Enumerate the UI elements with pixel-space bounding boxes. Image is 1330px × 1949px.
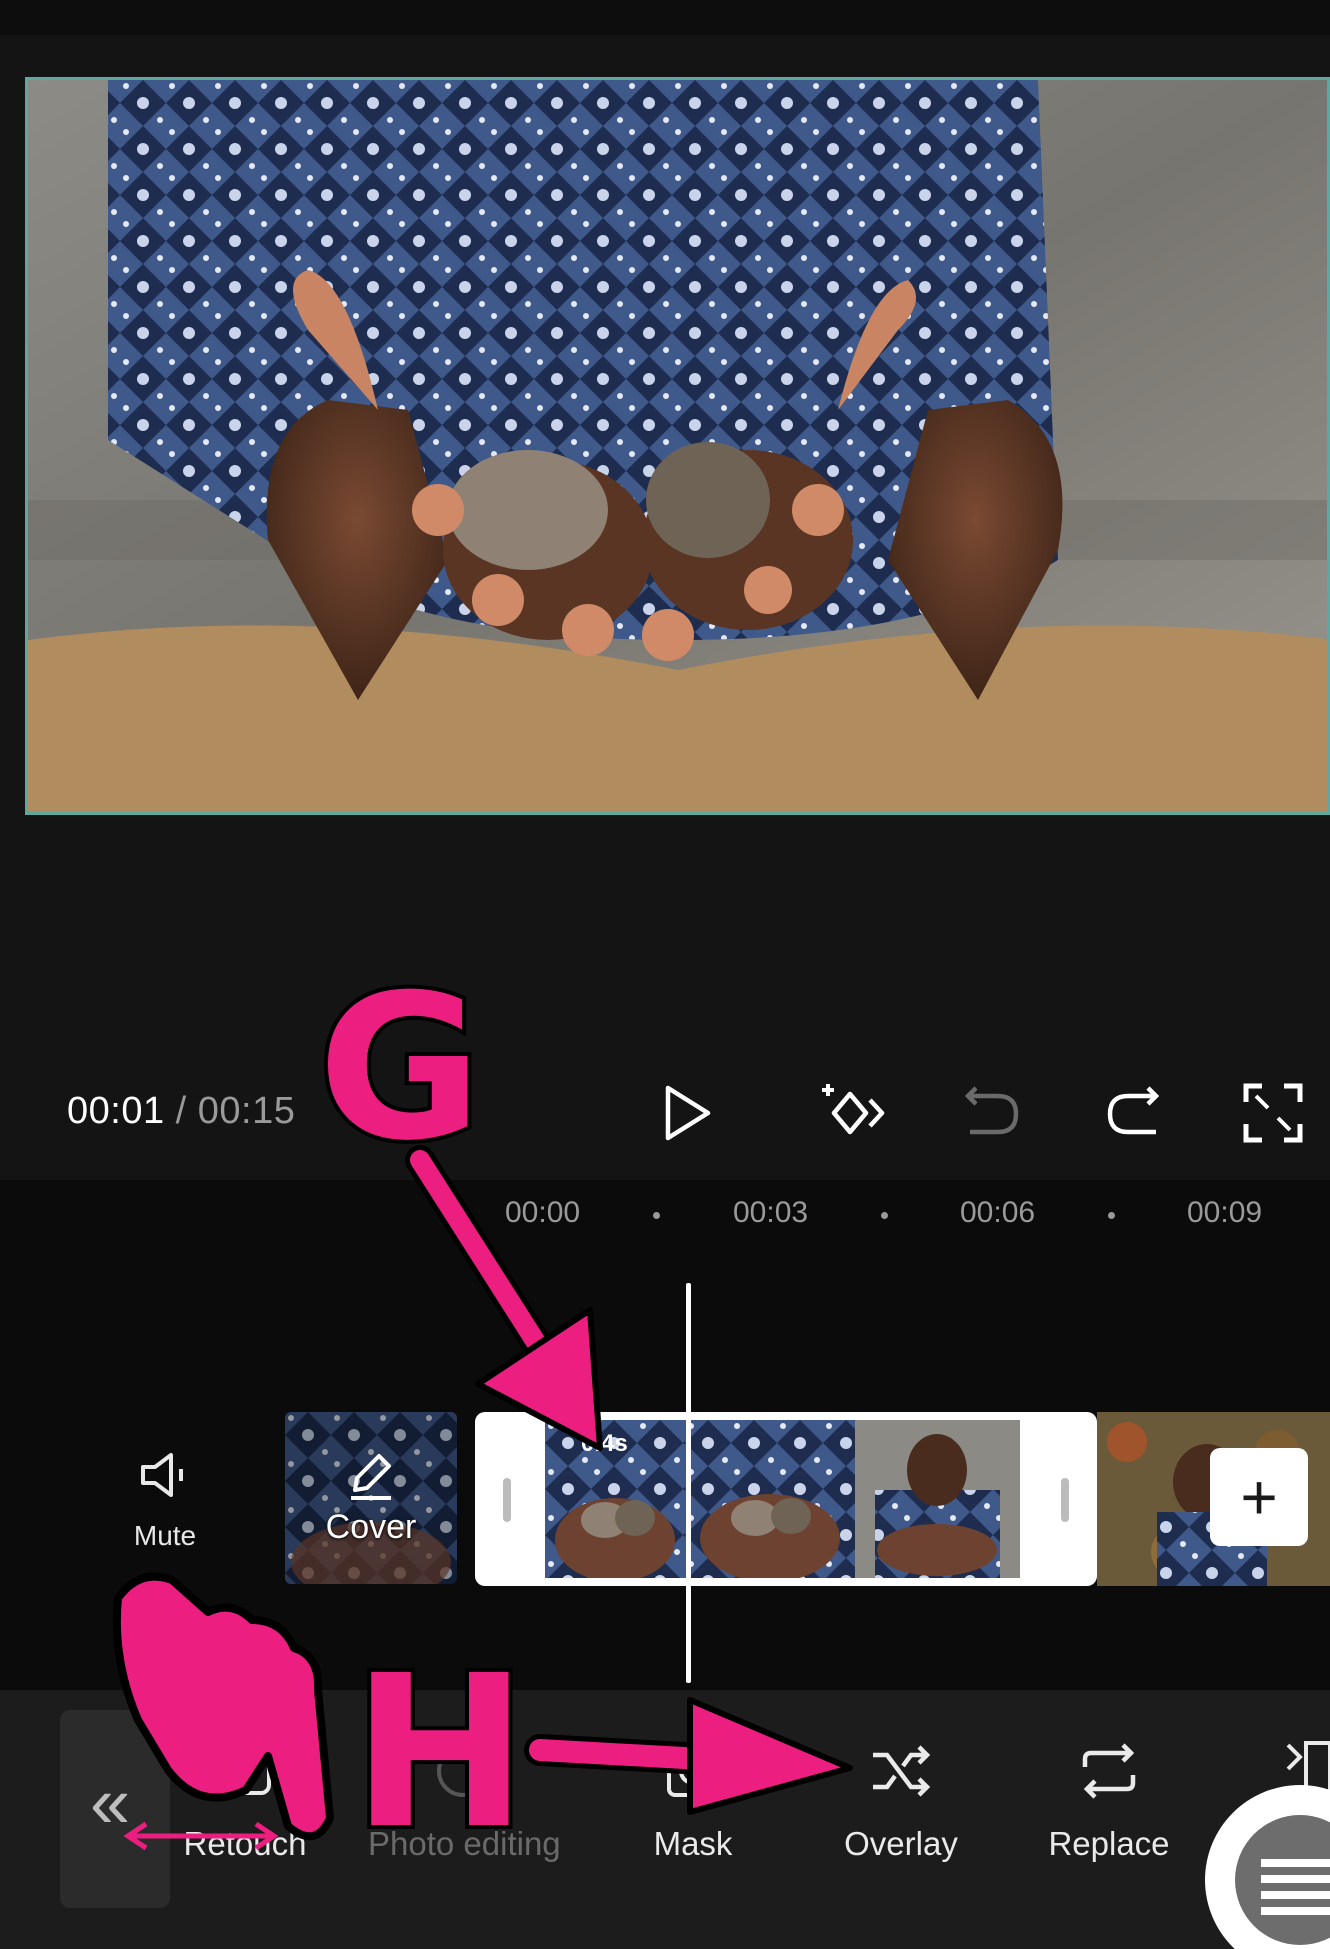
status-strip: [0, 0, 1330, 35]
playhead[interactable]: [686, 1283, 691, 1683]
tool-label: Mask: [653, 1825, 733, 1862]
ruler-dot: [1108, 1212, 1115, 1219]
mask-icon: [667, 1745, 719, 1797]
annotation-letter-h: H: [348, 1626, 532, 1879]
shuffle-icon: [873, 1745, 931, 1797]
video-preview[interactable]: [25, 77, 1330, 815]
clip-right-handle[interactable]: [1061, 1478, 1069, 1522]
ruler-label: 00:00: [505, 1196, 581, 1229]
ruler-dot: [653, 1212, 660, 1219]
tool-label: Overlay: [844, 1825, 958, 1862]
tool-overlay[interactable]: Overlay: [806, 1735, 996, 1863]
tool-replace[interactable]: Replace: [1014, 1735, 1204, 1863]
annotation-letter-g: G: [314, 948, 486, 1189]
preview-area: [0, 35, 1330, 1185]
current-time: 00:01: [67, 1090, 165, 1132]
total-time: 00:15: [197, 1090, 296, 1132]
cover-button[interactable]: Cover: [285, 1412, 457, 1584]
fullscreen-icon[interactable]: [1238, 1078, 1308, 1148]
mute-button[interactable]: Mute: [115, 1445, 215, 1552]
cover-thumbnail: [285, 1412, 457, 1584]
ruler-label: 00:06: [960, 1196, 1036, 1229]
keyframe-icon[interactable]: [820, 1078, 890, 1148]
clip-thumbnail: 0.4s: [545, 1420, 685, 1578]
ruler-label: 00:09: [1187, 1196, 1263, 1229]
undo-icon[interactable]: [958, 1078, 1028, 1148]
replace-icon: [1082, 1743, 1136, 1799]
add-clip-button[interactable]: +: [1210, 1448, 1308, 1546]
cover-label: Cover: [325, 1508, 417, 1546]
clip-duration: 0.4s: [581, 1430, 628, 1457]
redo-icon[interactable]: [1098, 1078, 1168, 1148]
ruler-label: 00:03: [733, 1196, 809, 1229]
tool-retouch[interactable]: Retouch: [150, 1735, 340, 1863]
double-chevron-left-icon: «: [90, 1763, 131, 1843]
clip-left-handle[interactable]: [503, 1478, 511, 1522]
clip-thumbnail: [855, 1420, 1020, 1578]
preview-image: [28, 80, 1327, 812]
tool-label: Replace: [1048, 1825, 1170, 1862]
mute-label: Mute: [133, 1520, 197, 1551]
ruler-dot: [881, 1212, 888, 1219]
clip-thumbnail: [685, 1420, 855, 1578]
time-display: 00:01 / 00:15: [67, 1090, 295, 1133]
speaker-icon: [141, 1453, 183, 1497]
tool-mask[interactable]: Mask: [598, 1735, 788, 1863]
play-icon[interactable]: [650, 1078, 720, 1148]
video-editor-app: 00:01 / 00:15 00:00 00:03 00:06 00:09 Mu…: [0, 0, 1330, 1949]
tool-label: Retouch: [183, 1825, 307, 1862]
retouch-icon: [219, 1747, 271, 1795]
menu-icon: [1235, 1815, 1330, 1945]
selected-clip[interactable]: 0.4s: [475, 1412, 1097, 1586]
time-separator: /: [175, 1090, 187, 1132]
